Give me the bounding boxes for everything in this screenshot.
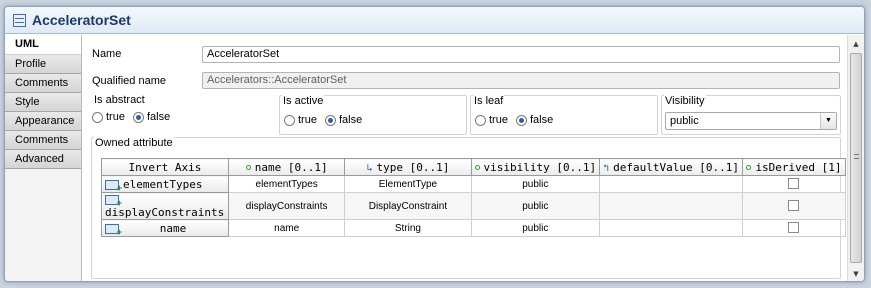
is-abstract-false-radio[interactable]: [132, 111, 144, 123]
attribute-add-icon: [105, 179, 122, 194]
table-header-row: Invert Axis name [0..1] ↳ type [0..1] vis…: [101, 158, 847, 176]
table-row[interactable]: displayConstraints displayConstraints Di…: [101, 192, 847, 220]
invert-axis-header[interactable]: Invert Axis: [101, 158, 229, 176]
table-row[interactable]: name name String public: [101, 219, 847, 238]
column-header-name[interactable]: name [0..1]: [227, 158, 346, 176]
is-leaf-label: Is leaf: [473, 95, 505, 107]
scroll-down-icon[interactable]: ▼: [848, 267, 864, 281]
reference-arrow-icon: ↳: [366, 162, 373, 174]
cell-name[interactable]: elementTypes: [227, 175, 346, 193]
column-header-type[interactable]: ↳ type [0..1]: [344, 158, 472, 176]
title-bar: AcceleratorSet: [5, 7, 864, 34]
is-active-false-label: false: [338, 114, 363, 126]
attribute-add-icon: [105, 195, 122, 209]
qualified-name-label: Qualified name: [92, 75, 166, 87]
is-abstract-false-label: false: [146, 111, 171, 123]
tab-style[interactable]: Style: [5, 93, 81, 112]
is-active-true-radio[interactable]: [284, 114, 295, 126]
tab-uml[interactable]: UML: [5, 35, 81, 55]
is-abstract-options: true false: [92, 111, 178, 123]
table-row[interactable]: elementTypes elementTypes ElementType pu…: [101, 175, 847, 194]
window-title: AcceleratorSet: [32, 12, 131, 28]
is-abstract-true-label: true: [106, 111, 125, 123]
properties-window: AcceleratorSet UML Profile Comments Styl…: [4, 6, 865, 282]
cell-is-derived[interactable]: [741, 175, 847, 193]
is-abstract-label: Is abstract: [93, 94, 146, 106]
is-active-false-radio[interactable]: [324, 114, 336, 126]
attribute-add-icon: [105, 223, 122, 238]
is-active-label: Is active: [282, 95, 325, 107]
scrollbar-thumb[interactable]: [850, 53, 862, 263]
is-abstract-group: Is abstract true false: [91, 94, 279, 131]
cell-name[interactable]: name: [227, 219, 346, 237]
owned-attribute-table[interactable]: Invert Axis name [0..1] ↳ type [0..1] vis…: [101, 158, 847, 238]
tab-comments-2[interactable]: Comments: [5, 131, 81, 150]
is-active-true-label: true: [298, 114, 317, 126]
uml-properties-panel: Name AcceleratorSet Qualified name Accel…: [83, 35, 847, 281]
tab-comments[interactable]: Comments: [5, 74, 81, 93]
column-header-default-value[interactable]: ↰ defaultValue [0..1]: [599, 158, 743, 176]
qualified-name-field: Accelerators::AcceleratorSet: [202, 72, 840, 89]
is-derived-checkbox[interactable]: [788, 178, 800, 190]
tab-list: UML Profile Comments Style Appearance Co…: [5, 35, 82, 281]
is-derived-checkbox[interactable]: [788, 200, 800, 212]
is-derived-checkbox[interactable]: [788, 222, 800, 234]
is-leaf-true-label: true: [489, 114, 508, 126]
row-header[interactable]: name: [101, 219, 229, 238]
tab-appearance[interactable]: Appearance: [5, 112, 81, 131]
row-header[interactable]: elementTypes: [101, 175, 229, 194]
name-field[interactable]: AcceleratorSet: [202, 46, 840, 63]
column-header-is-derived[interactable]: isDerived [1]: [741, 158, 847, 176]
column-header-visibility[interactable]: visibility [0..1]: [470, 158, 601, 176]
class-icon: [13, 14, 26, 27]
cell-default-value[interactable]: [599, 219, 743, 237]
owned-attribute-label: Owned attribute: [94, 137, 174, 149]
visibility-value: public: [670, 115, 699, 127]
is-active-options: true false: [284, 114, 370, 126]
cell-is-derived[interactable]: [741, 219, 847, 237]
cell-visibility[interactable]: public: [470, 175, 601, 193]
name-label: Name: [92, 48, 122, 60]
property-icon: [474, 165, 480, 170]
is-leaf-true-radio[interactable]: [475, 114, 486, 126]
visibility-group: Visibility public ▼: [661, 95, 841, 135]
cell-default-value[interactable]: [599, 192, 743, 220]
containment-arrow-icon: ↰: [603, 162, 610, 174]
cell-type[interactable]: DisplayConstraint: [344, 192, 472, 220]
cell-type[interactable]: ElementType: [344, 175, 472, 193]
row-header[interactable]: displayConstraints: [101, 192, 229, 220]
is-leaf-false-radio[interactable]: [515, 114, 527, 126]
cell-visibility[interactable]: public: [470, 219, 601, 237]
cell-type[interactable]: String: [344, 219, 472, 237]
is-abstract-true-radio[interactable]: [92, 111, 103, 123]
cell-is-derived[interactable]: [741, 192, 847, 220]
visibility-select[interactable]: public ▼: [665, 112, 837, 130]
cell-visibility[interactable]: public: [470, 192, 601, 220]
vertical-scrollbar[interactable]: ▲ ▼: [847, 35, 864, 281]
is-leaf-group: Is leaf true false: [470, 95, 658, 135]
property-icon: [245, 165, 251, 170]
tab-profile[interactable]: Profile: [5, 55, 81, 74]
is-leaf-options: true false: [475, 114, 561, 126]
cell-name[interactable]: displayConstraints: [227, 192, 346, 220]
cell-default-value[interactable]: [599, 175, 743, 193]
grip-icon: [854, 154, 859, 159]
is-active-group: Is active true false: [279, 95, 467, 135]
chevron-down-icon[interactable]: ▼: [820, 113, 836, 129]
visibility-label: Visibility: [664, 95, 706, 107]
is-leaf-false-label: false: [529, 114, 554, 126]
tab-advanced[interactable]: Advanced: [5, 150, 81, 169]
property-icon: [746, 165, 752, 170]
scroll-up-icon[interactable]: ▲: [848, 37, 864, 51]
